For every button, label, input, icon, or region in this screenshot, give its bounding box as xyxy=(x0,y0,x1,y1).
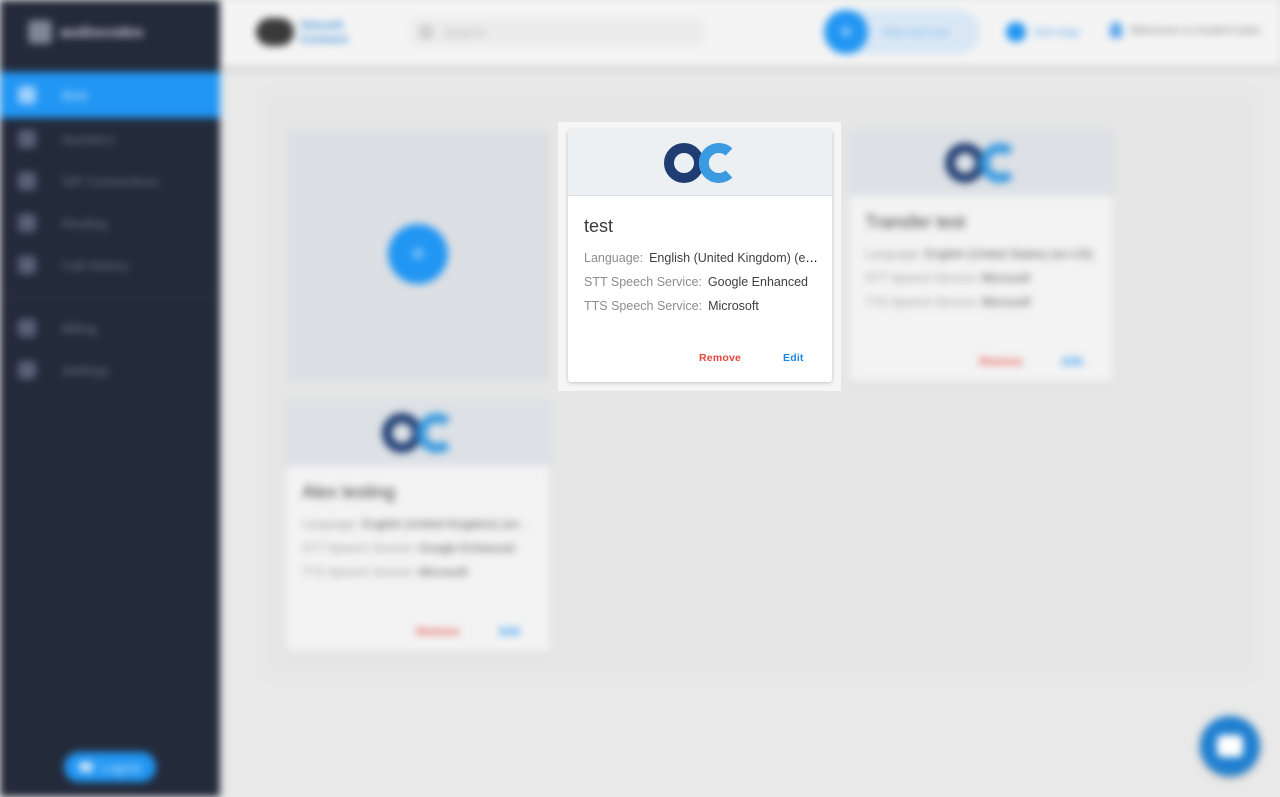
search-placeholder: Search xyxy=(444,24,486,40)
bot-card-header xyxy=(568,130,832,196)
blurred-app-background: audiocodes Bots Numbers SIP Connections … xyxy=(0,0,1280,797)
remove-button[interactable]: Remove xyxy=(416,626,459,638)
chat-button[interactable] xyxy=(1200,716,1260,776)
add-bot-card[interactable]: + xyxy=(286,130,550,382)
ac-logo-icon xyxy=(664,142,733,183)
bot-card-header xyxy=(286,400,550,466)
edit-button[interactable]: Edit xyxy=(499,626,520,638)
bot-stt-row: STT Speech Service: Google Enhanced xyxy=(584,275,820,289)
bot-tts-row: TTS Speech Service: Microsoft xyxy=(302,565,534,579)
sidebar-item-bots[interactable]: Bots xyxy=(0,72,220,118)
bot-tts-key: TTS Speech Service: xyxy=(584,299,703,313)
ac-logo-icon xyxy=(382,413,451,453)
sidebar-item-sip-connections[interactable]: SIP Connections xyxy=(0,160,220,202)
bots-icon xyxy=(18,86,36,104)
sidebar: audiocodes Bots Numbers SIP Connections … xyxy=(0,0,220,797)
bot-language-row: Language: English (United Kingdom) (en-GB… xyxy=(584,251,820,265)
sidebar-item-settings[interactable]: Settings xyxy=(0,349,220,391)
bot-stt-key: STT Speech Service: xyxy=(584,275,702,289)
help-icon xyxy=(1006,22,1026,42)
top-bar: VoiceAI Connect Search + Add new bot Get… xyxy=(220,0,1280,66)
user-icon xyxy=(1110,22,1122,38)
bot-stt-key: STT Speech Service: xyxy=(865,271,979,285)
sidebar-item-billing[interactable]: Billing xyxy=(0,307,220,349)
bot-tts: Microsoft xyxy=(708,299,759,313)
bot-stt: Google Enhanced xyxy=(418,541,515,555)
history-icon xyxy=(18,256,36,274)
sip-icon xyxy=(18,172,36,190)
bot-stt-row: STT Speech Service: Microsoft xyxy=(865,271,1097,285)
bot-name: test xyxy=(584,216,614,236)
sidebar-item-label: Bots xyxy=(62,87,89,103)
edit-button[interactable]: Edit xyxy=(783,352,804,364)
sidebar-item-routing[interactable]: Routing xyxy=(0,202,220,244)
phone-icon xyxy=(18,130,36,148)
help-link[interactable]: Get help xyxy=(1006,22,1079,42)
bot-language-key: Language: xyxy=(302,517,359,531)
settings-icon xyxy=(18,361,36,379)
bot-tts: Microsoft xyxy=(418,565,468,579)
ac-logo-icon xyxy=(945,143,1014,183)
sidebar-item-call-history[interactable]: Call History xyxy=(0,244,220,286)
sidebar-item-label: SIP Connections xyxy=(62,173,159,189)
sidebar-brand-name: audiocodes xyxy=(60,23,144,41)
bot-tts: Microsoft xyxy=(981,295,1031,309)
bot-stt-row: STT Speech Service: Google Enhanced xyxy=(302,541,534,555)
bot-language-row: Language: English (United States) (en-US… xyxy=(865,247,1097,261)
routing-icon xyxy=(18,214,36,232)
search-input[interactable]: Search xyxy=(410,18,704,46)
bot-name: Transfer test xyxy=(865,212,966,232)
sidebar-item-label: Settings xyxy=(62,362,109,378)
bot-language: English (United Kingdom) (en-GB) xyxy=(649,251,820,265)
chat-icon xyxy=(1217,735,1243,757)
bot-tts-row: TTS Speech Service: Microsoft xyxy=(584,299,820,313)
bot-name: Alex testing xyxy=(302,482,396,502)
bot-card-focused: test Language: English (United Kingdom) (… xyxy=(568,130,832,382)
cloud-icon xyxy=(256,18,294,46)
add-bot-button[interactable]: + Add new bot xyxy=(824,10,980,54)
remove-button[interactable]: Remove xyxy=(979,356,1022,368)
logout-label: Logout xyxy=(101,759,141,775)
add-bot-plus-icon: + xyxy=(388,224,448,284)
sidebar-logo: audiocodes xyxy=(28,20,158,44)
sidebar-item-label: Numbers xyxy=(62,131,115,147)
account-menu[interactable]: Welcome to AudioCodes xyxy=(1110,22,1261,38)
bot-language-key: Language: xyxy=(584,251,644,265)
bot-language-row: Language: English (United Kingdom) (en-G… xyxy=(302,517,534,531)
bot-language-key: Language: xyxy=(865,247,922,261)
bot-card: Transfer test Language: English (United … xyxy=(849,130,1113,382)
sidebar-item-label: Call History xyxy=(62,257,129,273)
bot-card-header xyxy=(849,130,1113,196)
account-label: Welcome to AudioCodes xyxy=(1130,23,1262,37)
billing-icon xyxy=(18,319,36,337)
bot-stt: Google Enhanced xyxy=(707,275,808,289)
add-bot-label: Add new bot xyxy=(882,25,949,39)
bot-card-actions: Remove Edit xyxy=(849,356,1113,368)
product-logo: VoiceAI Connect xyxy=(256,14,386,50)
bot-tts-key: TTS Speech Service: xyxy=(865,295,979,309)
plus-icon: + xyxy=(824,10,868,54)
logout-icon xyxy=(79,762,94,772)
sidebar-nav: Bots Numbers SIP Connections Routing Cal… xyxy=(0,72,220,391)
help-label: Get help xyxy=(1034,25,1080,39)
edit-button[interactable]: Edit xyxy=(1062,356,1083,368)
bot-language: English (United Kingdom) (en-GB) xyxy=(362,517,534,531)
sidebar-item-label: Routing xyxy=(62,215,107,231)
bot-card: Alex testing Language: English (United K… xyxy=(286,400,550,652)
remove-button[interactable]: Remove xyxy=(699,352,741,364)
bot-tts-key: TTS Speech Service: xyxy=(302,565,416,579)
bot-stt: Microsoft xyxy=(981,271,1031,285)
bot-card-actions: Remove Edit xyxy=(286,626,550,638)
bot-language: English (United States) (en-US) xyxy=(925,247,1094,261)
audiocodes-logo-icon xyxy=(28,20,52,44)
logout-button[interactable]: Logout xyxy=(64,752,156,782)
bot-tts-row: TTS Speech Service: Microsoft xyxy=(865,295,1097,309)
sidebar-item-numbers[interactable]: Numbers xyxy=(0,118,220,160)
sidebar-item-label: Billing xyxy=(62,320,97,336)
sidebar-divider xyxy=(0,296,220,297)
search-icon xyxy=(420,26,432,38)
bot-stt-key: STT Speech Service: xyxy=(302,541,416,555)
product-name-line1: VoiceAI xyxy=(300,18,344,32)
product-name-line2: Connect xyxy=(300,32,348,46)
